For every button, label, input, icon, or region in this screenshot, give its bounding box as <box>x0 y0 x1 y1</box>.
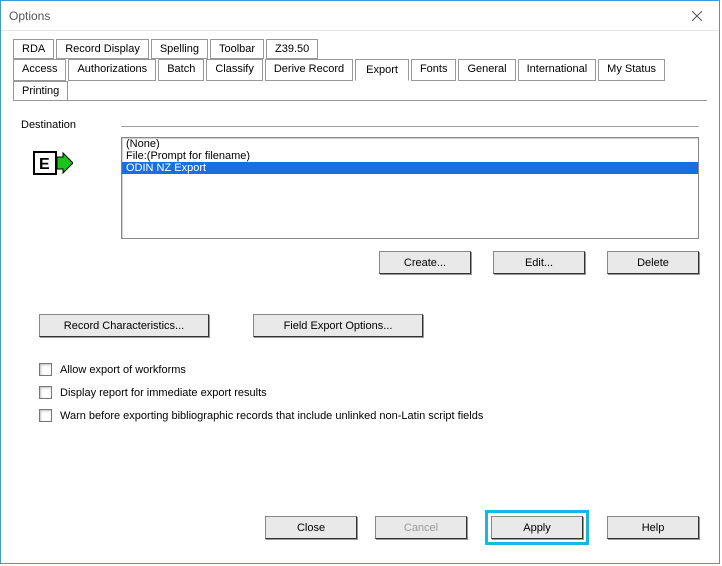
tab-export[interactable]: Export <box>355 59 409 81</box>
close-icon <box>692 11 702 21</box>
tab-fonts[interactable]: Fonts <box>411 59 457 81</box>
create-button[interactable]: Create... <box>379 251 471 274</box>
help-button[interactable]: Help <box>607 516 699 539</box>
delete-button[interactable]: Delete <box>607 251 699 274</box>
record-characteristics-button[interactable]: Record Characteristics... <box>39 314 209 337</box>
tab-general[interactable]: General <box>458 59 515 81</box>
destination-item-none[interactable]: (None) <box>122 138 698 150</box>
tab-row-1: RDA Record Display Spelling Toolbar Z39.… <box>13 39 707 59</box>
destination-label: Destination <box>21 119 121 131</box>
tabs-container: RDA Record Display Spelling Toolbar Z39.… <box>1 31 719 101</box>
checkbox-icon <box>39 409 52 422</box>
tab-rda[interactable]: RDA <box>13 39 54 59</box>
tab-batch[interactable]: Batch <box>158 59 204 81</box>
window-title: Options <box>9 9 50 23</box>
cancel-button: Cancel <box>375 516 467 539</box>
tab-z3950[interactable]: Z39.50 <box>266 39 318 59</box>
close-button[interactable]: Close <box>265 516 357 539</box>
tab-toolbar[interactable]: Toolbar <box>210 39 264 59</box>
apply-button[interactable]: Apply <box>491 516 583 539</box>
main-buttons: Record Characteristics... Field Export O… <box>21 314 699 337</box>
export-icon: E <box>33 151 121 175</box>
destination-item-file-prompt[interactable]: File:(Prompt for filename) <box>122 150 698 162</box>
title-bar: Options <box>1 1 719 31</box>
tab-spelling[interactable]: Spelling <box>151 39 208 59</box>
display-report-immediate-checkbox[interactable]: Display report for immediate export resu… <box>39 386 699 399</box>
checkbox-label: Display report for immediate export resu… <box>60 387 267 399</box>
tab-row-2: Access Authorizations Batch Classify Der… <box>13 59 707 101</box>
apply-highlight: Apply <box>485 510 589 545</box>
svg-text:E: E <box>39 156 50 173</box>
checkbox-icon <box>39 386 52 399</box>
export-panel: Destination E (None) File:(Prompt for fi… <box>1 101 719 422</box>
tab-classify[interactable]: Classify <box>206 59 263 81</box>
destination-separator <box>121 126 699 128</box>
edit-button[interactable]: Edit... <box>493 251 585 274</box>
destination-buttons: Create... Edit... Delete <box>121 251 699 274</box>
dialog-buttons: Close Cancel Apply Help <box>265 510 699 545</box>
destination-listbox[interactable]: (None) File:(Prompt for filename) ODIN N… <box>121 137 699 239</box>
export-icon-area: E <box>21 137 121 274</box>
tab-my-status[interactable]: My Status <box>598 59 665 81</box>
warn-unlinked-nonlatin-checkbox[interactable]: Warn before exporting bibliographic reco… <box>39 409 699 422</box>
tab-record-display[interactable]: Record Display <box>56 39 149 59</box>
options-dialog: Options RDA Record Display Spelling Tool… <box>0 0 720 564</box>
field-export-options-button[interactable]: Field Export Options... <box>253 314 423 337</box>
checkbox-group: Allow export of workforms Display report… <box>21 363 699 422</box>
close-window-button[interactable] <box>674 1 719 30</box>
tab-derive-record[interactable]: Derive Record <box>265 59 353 81</box>
tab-access[interactable]: Access <box>13 59 66 81</box>
checkbox-label: Allow export of workforms <box>60 364 186 376</box>
tab-printing[interactable]: Printing <box>13 81 68 101</box>
destination-item-odin-nz[interactable]: ODIN NZ Export <box>122 162 698 174</box>
allow-export-workforms-checkbox[interactable]: Allow export of workforms <box>39 363 699 376</box>
checkbox-icon <box>39 363 52 376</box>
tab-authorizations[interactable]: Authorizations <box>68 59 156 81</box>
tab-international[interactable]: International <box>518 59 597 81</box>
checkbox-label: Warn before exporting bibliographic reco… <box>60 410 483 422</box>
